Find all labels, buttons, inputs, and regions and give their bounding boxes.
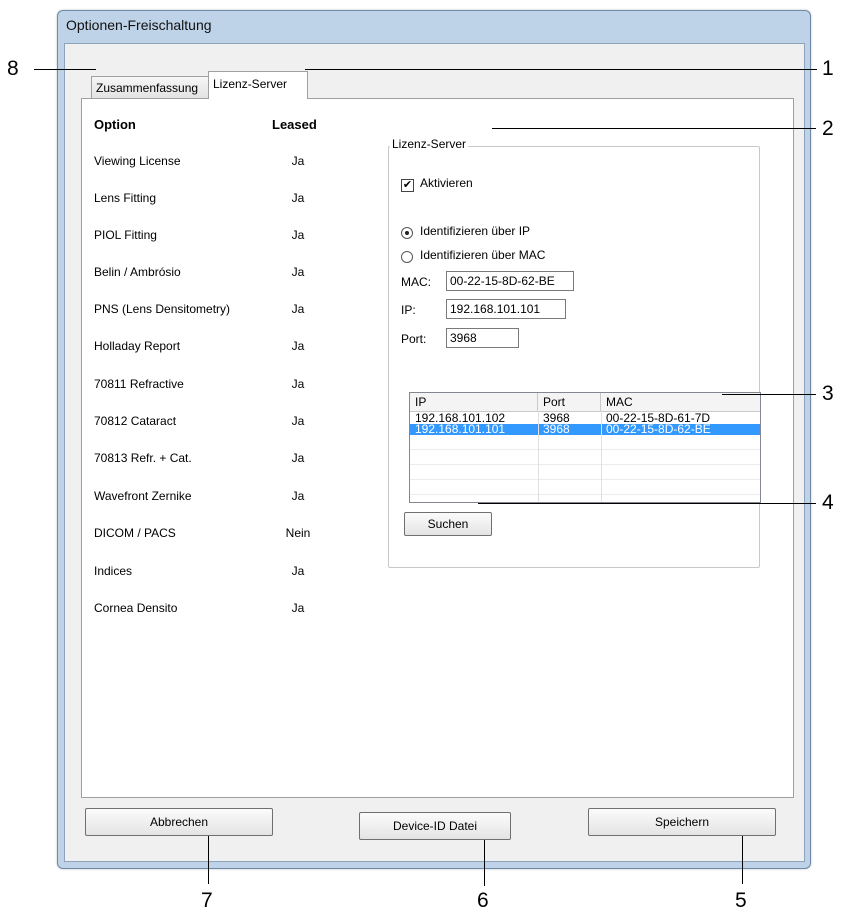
column-header-port[interactable]: Port [538,393,601,411]
option-name: Cornea Densito [94,601,178,615]
option-leased: Ja [291,377,305,391]
activate-label: Aktivieren [420,176,473,190]
callout-3: 3 [822,382,834,405]
callout-2: 2 [822,117,834,140]
identify-ip-radio[interactable] [401,227,413,239]
option-name: DICOM / PACS [94,526,176,540]
mac-label: MAC: [401,275,431,289]
save-button-label: Speichern [654,815,710,829]
license-server-group-label: Lizenz-Server [390,137,469,151]
grid-line [410,479,760,480]
option-name: Indices [94,564,133,578]
option-name: PIOL Fitting [94,228,157,242]
callout-line-8 [34,69,96,70]
option-name: 70812 Cataract [94,414,177,428]
window-title: Optionen-Freischaltung [66,17,212,33]
option-leased: Ja [291,302,305,316]
mac-field[interactable] [446,271,574,291]
option-name: Viewing License [94,154,181,168]
tab-lizenz-server[interactable]: Lizenz-Server [208,71,308,99]
callout-line-6 [484,840,485,886]
callout-5: 5 [735,889,747,912]
callout-1: 1 [822,57,834,80]
option-leased: Ja [291,191,305,205]
search-button-label: Suchen [427,517,469,531]
column-header-mac[interactable]: MAC [601,393,760,411]
callout-8: 8 [7,57,19,80]
row-ip: 192.168.101.101 [415,422,506,436]
port-label: Port: [401,332,427,346]
option-name: Holladay Report [94,339,181,353]
option-leased: Ja [291,265,305,279]
column-header-ip[interactable]: IP [410,393,538,411]
option-name: 70813 Refr. + Cat. [94,451,192,465]
row-mac: 00-22-15-8D-62-BE [606,422,711,436]
port-field[interactable] [446,328,519,348]
callout-line-3 [722,394,816,395]
cancel-button[interactable]: Abbrechen [85,808,273,836]
identify-mac-radio[interactable] [401,251,413,263]
server-list-row-selected[interactable]: 192.168.101.101 3968 00-22-15-8D-62-BE [410,422,760,436]
option-leased: Ja [291,601,305,615]
tab-panel: Option Leased Viewing License Ja Lens Fi… [81,98,794,798]
callout-line-4 [478,503,816,504]
callout-6: 6 [477,889,489,912]
server-list-header: IP Port MAC [410,393,760,412]
option-leased: Ja [291,564,305,578]
callout-line-1 [305,69,817,70]
dialog-client-area: Zusammenfassung Lizenz-Server Option Lea… [64,43,805,862]
option-leased: Ja [291,154,305,168]
activate-checkbox[interactable]: ✔ [401,179,414,192]
dialog-window: Optionen-Freischaltung Zusammenfassung L… [57,10,811,869]
option-leased: Ja [291,451,305,465]
identify-ip-label: Identifizieren über IP [420,224,531,238]
tab-zusammenfassung[interactable]: Zusammenfassung [91,76,209,98]
grid-line [601,411,602,502]
save-button[interactable]: Speichern [588,808,776,836]
license-server-group [388,146,760,568]
device-id-file-button[interactable]: Device-ID Datei [359,812,511,840]
callout-line-2 [492,128,816,129]
row-port: 3968 [543,422,570,436]
device-id-button-label: Device-ID Datei [392,819,478,833]
grid-line [410,449,760,450]
grid-line [538,411,539,502]
identify-mac-label: Identifizieren über MAC [420,248,546,262]
search-button[interactable]: Suchen [404,512,492,536]
callout-4: 4 [822,491,834,514]
option-name: Wavefront Zernike [94,489,192,503]
option-name: PNS (Lens Densitometry) [94,302,231,316]
grid-line [410,494,760,495]
callout-line-7 [208,836,209,884]
option-leased: Ja [291,339,305,353]
option-leased: Ja [291,414,305,428]
option-name: Lens Fitting [94,191,157,205]
leased-column-header: Leased [272,117,317,132]
ip-label: IP: [401,303,416,317]
option-column-header: Option [94,117,136,132]
option-leased: Nein [285,526,311,540]
server-list[interactable]: IP Port MAC 192.168.101.102 3968 00-22-1… [409,392,761,503]
callout-line-5 [742,836,743,884]
option-leased: Ja [291,489,305,503]
cancel-button-label: Abbrechen [149,815,209,829]
option-name: 70811 Refractive [94,377,184,391]
option-leased: Ja [291,228,305,242]
option-name: Belin / Ambrósio [94,265,181,279]
grid-line [410,464,760,465]
callout-7: 7 [201,889,213,912]
ip-field[interactable] [446,299,566,319]
